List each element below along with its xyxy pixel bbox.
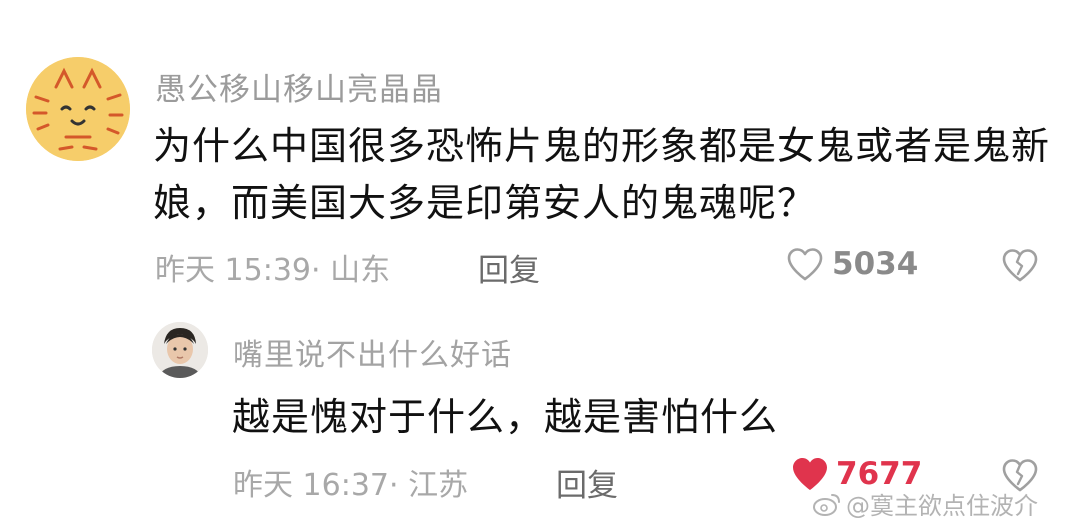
watermark-text: @寞主欲点住波介	[846, 492, 1038, 520]
comment-thread: 愚公移山移山亮晶晶 为什么中国很多恐怖片鬼的形象都是女鬼或者是鬼新娘，而美国大多…	[0, 0, 1080, 526]
dislike-button[interactable]	[1000, 247, 1040, 287]
heart-icon	[787, 248, 823, 281]
watermark: @寞主欲点住波介	[812, 486, 1038, 521]
person-avatar-icon	[152, 322, 208, 378]
reply-reply-button[interactable]: 回复	[556, 460, 618, 505]
reply-username[interactable]: 嘴里说不出什么好话	[233, 330, 512, 374]
like-count: 5034	[832, 246, 919, 282]
reply-meta: 昨天 16:37· 江苏	[233, 468, 469, 503]
broken-heart-icon	[1002, 249, 1038, 282]
reply-button[interactable]: 回复	[478, 245, 540, 290]
cat-avatar-icon	[26, 57, 130, 161]
weibo-logo-icon	[813, 493, 840, 516]
comment-meta: 昨天 15:39· 山东	[155, 253, 391, 288]
comment-content: 为什么中国很多恐怖片鬼的形象都是女鬼或者是鬼新娘，而美国大多是印第安人的鬼魂呢？	[153, 124, 1051, 225]
comment-username[interactable]: 愚公移山移山亮晶晶	[155, 64, 443, 109]
avatar[interactable]	[26, 57, 130, 161]
reply-content: 越是愧对于什么，越是害怕什么	[232, 395, 779, 439]
like-button[interactable]: 5034	[786, 246, 918, 282]
reply-avatar[interactable]	[152, 322, 208, 378]
